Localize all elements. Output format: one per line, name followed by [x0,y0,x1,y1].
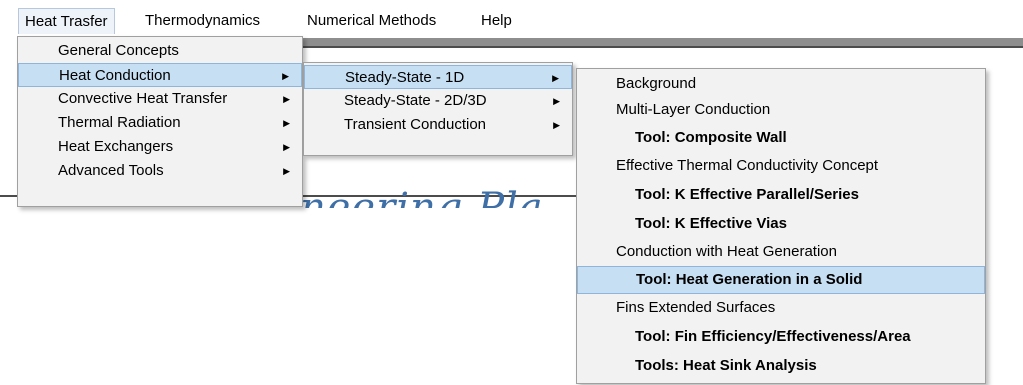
menu-item-label: General Concepts [58,42,179,59]
menu-item-tool-fin-efficiency[interactable]: Tool: Fin Efficiency/Effectiveness/Area [577,322,985,351]
menu-item-tool-k-effective-parallel-series[interactable]: Tool: K Effective Parallel/Series [577,180,985,209]
window-title-strip [300,38,1023,48]
menu-item-label: Background [616,75,697,92]
menu-thermodynamics[interactable]: Thermodynamics [139,8,266,34]
menu-item-tool-heat-generation-solid[interactable]: Tool: Heat Generation in a Solid [577,266,985,294]
submenu-arrow-icon: ▶ [283,94,290,104]
menu-item-transient-conduction[interactable]: Transient Conduction ▶ [304,113,572,137]
submenu-arrow-icon: ▶ [552,73,559,83]
steady-state-1d-submenu: Background Multi-Layer Conduction Tool: … [576,68,986,384]
menu-item-steady-state-1d[interactable]: Steady-State - 1D ▶ [304,65,572,89]
submenu-arrow-icon: ▶ [282,71,289,81]
menu-item-label: Conduction with Heat Generation [616,243,837,260]
submenu-arrow-icon: ▶ [553,96,560,106]
menu-item-heat-conduction[interactable]: Heat Conduction ▶ [18,63,302,87]
menu-item-heat-exchangers[interactable]: Heat Exchangers ▶ [18,135,302,159]
menu-item-label: Tool: K Effective Parallel/Series [635,186,859,203]
menu-item-label: Tool: Fin Efficiency/Effectiveness/Area [635,328,911,345]
menu-item-label: Tool: Heat Generation in a Solid [636,271,863,288]
menu-item-fins-extended-surfaces[interactable]: Fins Extended Surfaces [577,294,985,322]
menu-heat-transfer[interactable]: Heat Trasfer [18,8,115,34]
heat-conduction-submenu: Steady-State - 1D ▶ Steady-State - 2D/3D… [303,62,573,156]
menu-bar: Heat Trasfer Thermodynamics Numerical Me… [0,0,1023,36]
menu-item-general-concepts[interactable]: General Concepts [18,39,302,63]
menu-item-effective-thermal-conductivity[interactable]: Effective Thermal Conductivity Concept [577,152,985,180]
menu-item-label: Convective Heat Transfer [58,90,228,107]
menu-item-multi-layer-conduction[interactable]: Multi-Layer Conduction [577,97,985,123]
menu-numerical-methods[interactable]: Numerical Methods [301,8,442,34]
menu-item-tools-heat-sink-analysis[interactable]: Tools: Heat Sink Analysis [577,351,985,380]
menu-item-background[interactable]: Background [577,71,985,97]
background-banner: neering Pla [300,185,544,208]
submenu-arrow-icon: ▶ [553,120,560,130]
submenu-arrow-icon: ▶ [283,166,290,176]
menu-item-label: Heat Conduction [59,67,171,84]
menu-item-conduction-heat-generation[interactable]: Conduction with Heat Generation [577,238,985,266]
menu-item-tool-composite-wall[interactable]: Tool: Composite Wall [577,123,985,152]
menu-item-label: Tools: Heat Sink Analysis [635,357,817,374]
menu-item-tool-k-effective-vias[interactable]: Tool: K Effective Vias [577,209,985,238]
menu-item-label: Transient Conduction [344,116,487,133]
menu-item-steady-state-2d3d[interactable]: Steady-State - 2D/3D ▶ [304,89,572,113]
menu-item-label: Tool: K Effective Vias [635,215,787,232]
menu-item-advanced-tools[interactable]: Advanced Tools ▶ [18,159,302,183]
menu-item-label: Effective Thermal Conductivity Concept [616,157,879,174]
menu-item-label: Tool: Composite Wall [635,129,787,146]
menu-item-label: Thermal Radiation [58,114,181,131]
menu-item-thermal-radiation[interactable]: Thermal Radiation ▶ [18,111,302,135]
menu-help[interactable]: Help [475,8,518,34]
menu-item-label: Advanced Tools [58,162,164,179]
menu-item-label: Steady-State - 2D/3D [344,92,487,109]
submenu-arrow-icon: ▶ [283,142,290,152]
heat-transfer-dropdown: General Concepts Heat Conduction ▶ Conve… [17,36,303,207]
submenu-arrow-icon: ▶ [283,118,290,128]
menu-item-label: Heat Exchangers [58,138,174,155]
menu-item-convective-heat-transfer[interactable]: Convective Heat Transfer ▶ [18,87,302,111]
menu-item-label: Steady-State - 1D [345,69,465,86]
menu-item-label: Multi-Layer Conduction [616,101,771,118]
menu-item-label: Fins Extended Surfaces [616,299,776,316]
